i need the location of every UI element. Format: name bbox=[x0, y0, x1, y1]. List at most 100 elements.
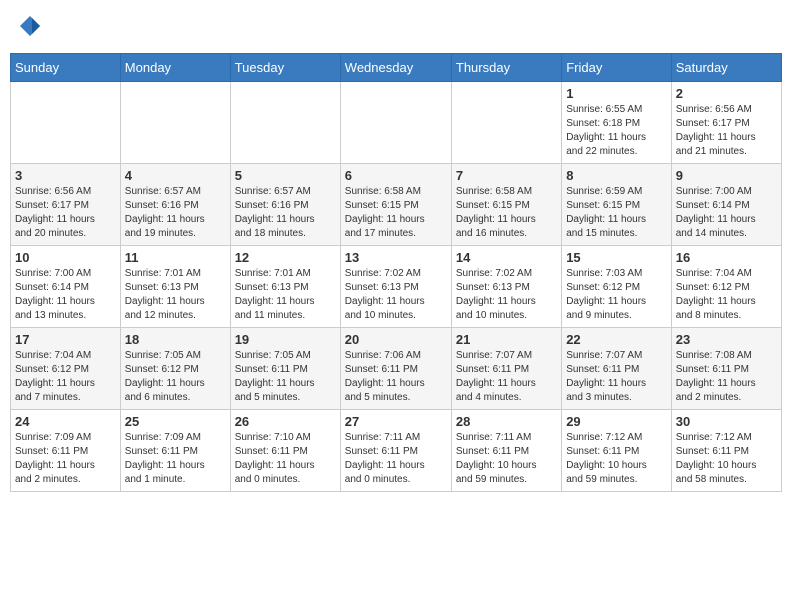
calendar-week-row: 17 Sunrise: 7:04 AM Sunset: 6:12 PM Dayli… bbox=[11, 328, 782, 410]
calendar-cell: 22 Sunrise: 7:07 AM Sunset: 6:11 PM Dayli… bbox=[562, 328, 672, 410]
day-info: Sunrise: 7:10 AM Sunset: 6:11 PM Dayligh… bbox=[235, 431, 336, 487]
calendar-cell: 13 Sunrise: 7:02 AM Sunset: 6:13 PM Dayli… bbox=[340, 246, 451, 328]
weekday-header-saturday: Saturday bbox=[671, 54, 781, 82]
day-number: 14 bbox=[456, 250, 557, 265]
calendar-cell: 27Sunrise: 7:11 AM Sunset: 6:11 PM Dayli… bbox=[340, 410, 451, 492]
calendar-cell: 5 Sunrise: 6:57 AM Sunset: 6:16 PM Daylig… bbox=[230, 164, 340, 246]
day-info: Sunrise: 7:01 AM Sunset: 6:13 PM Dayligh… bbox=[235, 267, 336, 323]
day-info: Sunrise: 6:56 AM Sunset: 6:17 PM Dayligh… bbox=[15, 185, 116, 241]
day-number: 30 bbox=[676, 414, 777, 429]
calendar-week-row: 10 Sunrise: 7:00 AM Sunset: 6:14 PM Dayli… bbox=[11, 246, 782, 328]
day-info: Sunrise: 7:12 AM Sunset: 6:11 PM Dayligh… bbox=[676, 431, 777, 487]
day-number: 2 bbox=[676, 86, 777, 101]
day-number: 7 bbox=[456, 168, 557, 183]
day-number: 16 bbox=[676, 250, 777, 265]
weekday-header-monday: Monday bbox=[120, 54, 230, 82]
day-info: Sunrise: 7:12 AM Sunset: 6:11 PM Dayligh… bbox=[566, 431, 667, 487]
calendar-cell: 15 Sunrise: 7:03 AM Sunset: 6:12 PM Dayli… bbox=[562, 246, 672, 328]
day-number: 10 bbox=[15, 250, 116, 265]
calendar-cell: 16 Sunrise: 7:04 AM Sunset: 6:12 PM Dayli… bbox=[671, 246, 781, 328]
weekday-header-thursday: Thursday bbox=[451, 54, 561, 82]
day-number: 5 bbox=[235, 168, 336, 183]
calendar-cell: 7 Sunrise: 6:58 AM Sunset: 6:15 PM Daylig… bbox=[451, 164, 561, 246]
calendar-week-row: 3 Sunrise: 6:56 AM Sunset: 6:17 PM Daylig… bbox=[11, 164, 782, 246]
calendar-cell: 26 Sunrise: 7:10 AM Sunset: 6:11 PM Dayli… bbox=[230, 410, 340, 492]
day-info: Sunrise: 7:04 AM Sunset: 6:12 PM Dayligh… bbox=[676, 267, 777, 323]
day-info: Sunrise: 7:00 AM Sunset: 6:14 PM Dayligh… bbox=[676, 185, 777, 241]
calendar-cell: 11Sunrise: 7:01 AM Sunset: 6:13 PM Dayli… bbox=[120, 246, 230, 328]
day-number: 19 bbox=[235, 332, 336, 347]
weekday-header-row: SundayMondayTuesdayWednesdayThursdayFrid… bbox=[11, 54, 782, 82]
day-info: Sunrise: 7:11 AM Sunset: 6:11 PM Dayligh… bbox=[456, 431, 557, 487]
calendar-week-row: 1 Sunrise: 6:55 AM Sunset: 6:18 PM Daylig… bbox=[11, 82, 782, 164]
calendar-cell bbox=[11, 82, 121, 164]
day-number: 12 bbox=[235, 250, 336, 265]
calendar-cell: 28 Sunrise: 7:11 AM Sunset: 6:11 PM Dayli… bbox=[451, 410, 561, 492]
calendar-cell: 6 Sunrise: 6:58 AM Sunset: 6:15 PM Daylig… bbox=[340, 164, 451, 246]
weekday-header-sunday: Sunday bbox=[11, 54, 121, 82]
day-info: Sunrise: 7:02 AM Sunset: 6:13 PM Dayligh… bbox=[456, 267, 557, 323]
day-info: Sunrise: 7:09 AM Sunset: 6:11 PM Dayligh… bbox=[15, 431, 116, 487]
day-number: 4 bbox=[125, 168, 226, 183]
day-number: 6 bbox=[345, 168, 447, 183]
calendar-cell: 18Sunrise: 7:05 AM Sunset: 6:12 PM Dayli… bbox=[120, 328, 230, 410]
calendar-cell bbox=[120, 82, 230, 164]
calendar-cell: 8Sunrise: 6:59 AM Sunset: 6:15 PM Daylig… bbox=[562, 164, 672, 246]
calendar-cell: 25 Sunrise: 7:09 AM Sunset: 6:11 PM Dayli… bbox=[120, 410, 230, 492]
day-info: Sunrise: 7:01 AM Sunset: 6:13 PM Dayligh… bbox=[125, 267, 226, 323]
day-info: Sunrise: 7:08 AM Sunset: 6:11 PM Dayligh… bbox=[676, 349, 777, 405]
day-info: Sunrise: 7:03 AM Sunset: 6:12 PM Dayligh… bbox=[566, 267, 667, 323]
day-info: Sunrise: 7:05 AM Sunset: 6:12 PM Dayligh… bbox=[125, 349, 226, 405]
calendar-cell: 29 Sunrise: 7:12 AM Sunset: 6:11 PM Dayli… bbox=[562, 410, 672, 492]
calendar-cell: 2 Sunrise: 6:56 AM Sunset: 6:17 PM Daylig… bbox=[671, 82, 781, 164]
logo bbox=[18, 14, 44, 43]
calendar-cell: 1 Sunrise: 6:55 AM Sunset: 6:18 PM Daylig… bbox=[562, 82, 672, 164]
day-info: Sunrise: 6:57 AM Sunset: 6:16 PM Dayligh… bbox=[125, 185, 226, 241]
day-number: 15 bbox=[566, 250, 667, 265]
logo-icon bbox=[18, 14, 42, 38]
calendar-cell: 10 Sunrise: 7:00 AM Sunset: 6:14 PM Dayli… bbox=[11, 246, 121, 328]
calendar-week-row: 24 Sunrise: 7:09 AM Sunset: 6:11 PM Dayli… bbox=[11, 410, 782, 492]
day-number: 25 bbox=[125, 414, 226, 429]
day-number: 17 bbox=[15, 332, 116, 347]
calendar-cell: 4 Sunrise: 6:57 AM Sunset: 6:16 PM Daylig… bbox=[120, 164, 230, 246]
day-info: Sunrise: 7:04 AM Sunset: 6:12 PM Dayligh… bbox=[15, 349, 116, 405]
page-header bbox=[10, 10, 782, 47]
day-info: Sunrise: 6:57 AM Sunset: 6:16 PM Dayligh… bbox=[235, 185, 336, 241]
calendar-table: SundayMondayTuesdayWednesdayThursdayFrid… bbox=[10, 53, 782, 492]
day-info: Sunrise: 7:09 AM Sunset: 6:11 PM Dayligh… bbox=[125, 431, 226, 487]
day-number: 28 bbox=[456, 414, 557, 429]
day-number: 8 bbox=[566, 168, 667, 183]
calendar-cell: 17 Sunrise: 7:04 AM Sunset: 6:12 PM Dayli… bbox=[11, 328, 121, 410]
calendar-cell bbox=[340, 82, 451, 164]
day-info: Sunrise: 6:56 AM Sunset: 6:17 PM Dayligh… bbox=[676, 103, 777, 159]
day-info: Sunrise: 7:11 AM Sunset: 6:11 PM Dayligh… bbox=[345, 431, 447, 487]
calendar-cell: 19Sunrise: 7:05 AM Sunset: 6:11 PM Dayli… bbox=[230, 328, 340, 410]
day-number: 24 bbox=[15, 414, 116, 429]
day-number: 22 bbox=[566, 332, 667, 347]
day-number: 3 bbox=[15, 168, 116, 183]
day-info: Sunrise: 7:07 AM Sunset: 6:11 PM Dayligh… bbox=[566, 349, 667, 405]
day-number: 29 bbox=[566, 414, 667, 429]
day-info: Sunrise: 6:55 AM Sunset: 6:18 PM Dayligh… bbox=[566, 103, 667, 159]
calendar-cell: 23 Sunrise: 7:08 AM Sunset: 6:11 PM Dayli… bbox=[671, 328, 781, 410]
day-info: Sunrise: 7:00 AM Sunset: 6:14 PM Dayligh… bbox=[15, 267, 116, 323]
calendar-cell: 3 Sunrise: 6:56 AM Sunset: 6:17 PM Daylig… bbox=[11, 164, 121, 246]
weekday-header-tuesday: Tuesday bbox=[230, 54, 340, 82]
calendar-cell: 24 Sunrise: 7:09 AM Sunset: 6:11 PM Dayli… bbox=[11, 410, 121, 492]
calendar-cell bbox=[451, 82, 561, 164]
calendar-cell: 9 Sunrise: 7:00 AM Sunset: 6:14 PM Daylig… bbox=[671, 164, 781, 246]
weekday-header-wednesday: Wednesday bbox=[340, 54, 451, 82]
day-number: 13 bbox=[345, 250, 447, 265]
calendar-cell: 20Sunrise: 7:06 AM Sunset: 6:11 PM Dayli… bbox=[340, 328, 451, 410]
calendar-cell: 30 Sunrise: 7:12 AM Sunset: 6:11 PM Dayli… bbox=[671, 410, 781, 492]
day-info: Sunrise: 6:58 AM Sunset: 6:15 PM Dayligh… bbox=[456, 185, 557, 241]
day-info: Sunrise: 7:06 AM Sunset: 6:11 PM Dayligh… bbox=[345, 349, 447, 405]
day-number: 23 bbox=[676, 332, 777, 347]
day-info: Sunrise: 7:02 AM Sunset: 6:13 PM Dayligh… bbox=[345, 267, 447, 323]
day-number: 1 bbox=[566, 86, 667, 101]
calendar-cell: 12 Sunrise: 7:01 AM Sunset: 6:13 PM Dayli… bbox=[230, 246, 340, 328]
day-number: 26 bbox=[235, 414, 336, 429]
day-number: 9 bbox=[676, 168, 777, 183]
day-info: Sunrise: 6:58 AM Sunset: 6:15 PM Dayligh… bbox=[345, 185, 447, 241]
